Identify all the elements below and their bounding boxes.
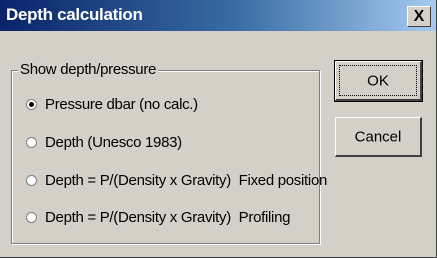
radio-depth-profiling[interactable]: Depth = P/(Density x Gravity) Profiling	[26, 206, 290, 228]
depth-calculation-dialog: Depth calculation X Show depth/pressure …	[0, 0, 437, 258]
window-title: Depth calculation	[6, 5, 143, 24]
cancel-button[interactable]: Cancel	[335, 117, 422, 157]
radio-label: Depth (Unesco 1983)	[45, 133, 182, 151]
cancel-button-label: Cancel	[354, 128, 402, 145]
radio-button-icon[interactable]	[26, 174, 37, 186]
ok-button[interactable]: OK	[334, 60, 423, 102]
close-icon: X	[413, 8, 425, 25]
group-label: Show depth/pressure	[18, 61, 159, 78]
radio-label: Pressure dbar (no calc.)	[45, 95, 198, 113]
radio-button-icon[interactable]	[26, 136, 37, 148]
radio-label: Depth = P/(Density x Gravity) Profiling	[45, 208, 291, 226]
title-bar[interactable]: Depth calculation X	[0, 0, 436, 31]
radio-depth-unesco[interactable]: Depth (Unesco 1983)	[26, 131, 182, 153]
close-button[interactable]: X	[407, 6, 431, 27]
radio-pressure-dbar[interactable]: Pressure dbar (no calc.)	[26, 93, 198, 115]
ok-button-label: OK	[367, 72, 389, 89]
radio-depth-fixed-position[interactable]: Depth = P/(Density x Gravity) Fixed posi…	[26, 169, 327, 191]
radio-button-icon[interactable]	[26, 98, 37, 110]
radio-label: Depth = P/(Density x Gravity) Fixed posi…	[45, 171, 328, 189]
radio-button-icon[interactable]	[26, 211, 37, 223]
